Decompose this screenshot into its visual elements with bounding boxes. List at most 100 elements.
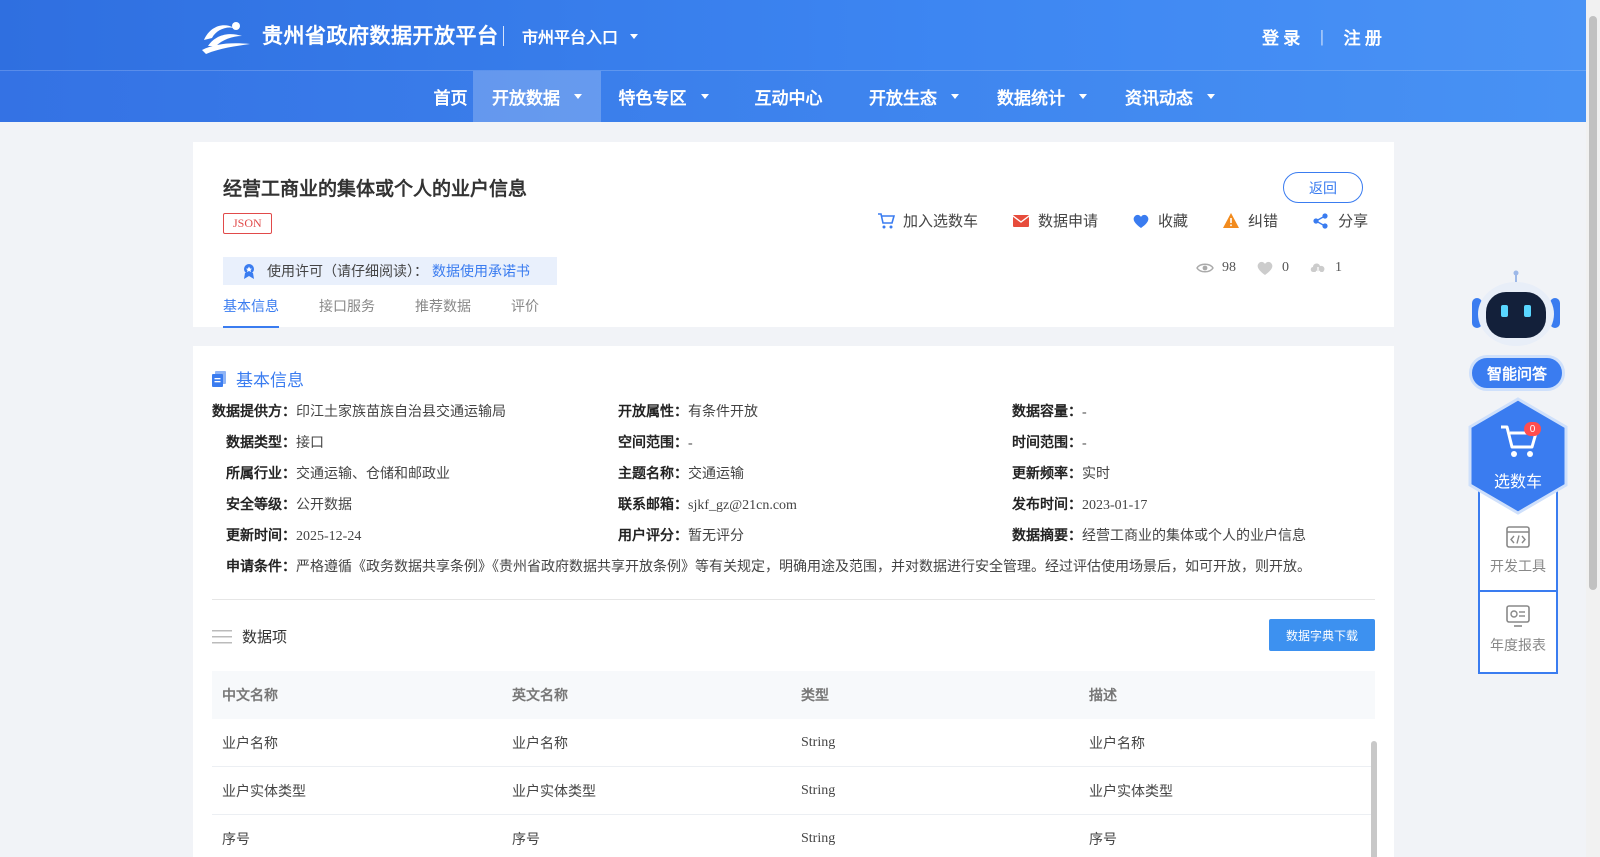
likes-count: 0 — [1282, 260, 1289, 275]
format-badge: JSON — [223, 213, 272, 234]
data-items-table: 中文名称 英文名称 类型 描述 业户名称 业户名称 String 业户名称 业户… — [212, 671, 1375, 857]
top-header: 贵州省政府数据开放平台 市州平台入口 登 录 | 注 册 — [0, 0, 1586, 70]
field-label: 用户评分： — [618, 529, 688, 544]
field-label: 数据提供方： — [212, 405, 296, 420]
license-label: 使用许可（请仔细阅读）： — [267, 265, 428, 280]
city-platform-dropdown[interactable]: 市州平台入口 — [522, 24, 639, 48]
column-header: 中文名称 — [222, 689, 278, 704]
share-button[interactable]: 分享 — [1312, 210, 1368, 231]
table-cell: 业户实体类型 — [512, 784, 596, 800]
license-link[interactable]: 数据使用承诺书 — [432, 261, 530, 281]
column-header: 英文名称 — [512, 689, 568, 704]
add-to-cart-button[interactable]: 加入选数车 — [877, 210, 978, 231]
field-industry: 所属行业：交通运输、仓储和邮政业 — [226, 463, 450, 483]
table-cell: String — [801, 830, 836, 846]
site-title[interactable]: 贵州省政府数据开放平台 — [262, 20, 499, 50]
page-scrollbar-thumb[interactable] — [1589, 16, 1597, 590]
section-divider — [212, 599, 1375, 600]
field-label: 安全等级： — [226, 498, 296, 513]
field-value: 经营工商业的集体或个人的业户信息 — [1082, 529, 1306, 544]
tab-basic-info[interactable]: 基本信息 — [223, 294, 279, 328]
title-divider — [503, 26, 504, 46]
field-label: 更新时间： — [226, 529, 296, 544]
back-button[interactable]: 返回 — [1283, 172, 1363, 203]
tab-api-service[interactable]: 接口服务 — [319, 294, 375, 328]
nav-item-news[interactable]: 资讯动态 — [1114, 71, 1226, 122]
table-row: 序号 序号 String 序号 — [212, 815, 1375, 857]
nav-item-interaction[interactable]: 互动中心 — [736, 71, 841, 122]
field-rating: 用户评分：暂无评分 — [618, 525, 744, 545]
field-time-range: 时间范围：- — [1012, 432, 1087, 452]
field-label: 联系邮箱： — [618, 498, 688, 513]
field-value: 交通运输、仓储和邮政业 — [296, 467, 450, 482]
table-cell: String — [801, 782, 836, 798]
chevron-down-icon — [700, 94, 709, 99]
selection-cart-button[interactable] — [1467, 397, 1569, 515]
field-space-range: 空间范围：- — [618, 432, 693, 452]
table-scrollbar[interactable] — [1371, 741, 1377, 857]
field-value: sjkf_gz@21cn.com — [688, 498, 797, 513]
downloads-stat: 1 — [1309, 260, 1342, 276]
table-cell: 业户名称 — [222, 736, 278, 752]
favorite-button[interactable]: 收藏 — [1132, 210, 1188, 231]
field-label: 开放属性： — [618, 405, 688, 420]
chevron-down-icon — [1207, 94, 1215, 99]
report-icon — [1506, 605, 1530, 627]
field-email: 联系邮箱：sjkf_gz@21cn.com — [618, 494, 797, 514]
field-label: 申请条件： — [226, 560, 296, 575]
field-open-attr: 开放属性：有条件开放 — [618, 401, 758, 421]
field-capacity: 数据容量：- — [1012, 401, 1087, 421]
chevron-down-icon — [630, 33, 639, 39]
action-label: 数据申请 — [1038, 214, 1099, 230]
downloads-count: 1 — [1335, 260, 1342, 275]
data-items-title-text: 数据项 — [242, 630, 288, 646]
field-label: 时间范围： — [1012, 436, 1082, 451]
register-link[interactable]: 注 册 — [1344, 24, 1382, 49]
data-items-title: 数据项 — [212, 626, 287, 647]
table-cell: 业户实体类型 — [1089, 784, 1173, 800]
field-label: 数据类型： — [226, 436, 296, 451]
nav-item-open-data[interactable]: 开放数据 — [473, 71, 601, 122]
field-update-freq: 更新频率：实时 — [1012, 463, 1110, 483]
heart-outline-icon — [1257, 261, 1273, 275]
award-icon — [244, 264, 254, 279]
field-value: 暂无评分 — [688, 529, 744, 544]
nav-item-statistics[interactable]: 数据统计 — [986, 71, 1098, 122]
smart-qa-button[interactable]: 智能问答 — [1469, 355, 1565, 391]
login-link[interactable]: 登 录 — [1262, 24, 1300, 49]
report-error-button[interactable]: 纠错 — [1222, 210, 1278, 231]
table-row: 业户实体类型 业户实体类型 String 业户实体类型 — [212, 767, 1375, 815]
field-value: 严格遵循《政务数据共享条例》《贵州省政府数据共享开放条例》等有关规定，明确用途及… — [296, 560, 1311, 575]
field-value: 交通运输 — [688, 467, 744, 482]
eye-icon — [1196, 263, 1214, 273]
field-label: 数据摘要： — [1012, 529, 1082, 544]
nav-item-featured[interactable]: 特色专区 — [601, 71, 726, 122]
nav-item-ecosystem[interactable]: 开放生态 — [858, 71, 970, 122]
field-provider: 数据提供方：印江土家族苗族自治县交通运输局 — [212, 401, 506, 421]
tab-rating[interactable]: 评价 — [511, 294, 539, 328]
dataset-actions: 加入选数车 数据申请 收藏 纠错 分享 — [877, 210, 1368, 231]
detail-tabs: 基本信息 接口服务 推荐数据 评价 — [223, 294, 579, 328]
main-nav: 首页 开放数据 特色专区 互动中心 开放生态 数据统计 资讯动态 — [0, 70, 1586, 122]
action-label: 分享 — [1338, 214, 1369, 230]
list-icon — [212, 629, 232, 643]
data-apply-button[interactable]: 数据申请 — [1012, 210, 1098, 231]
field-conditions: 申请条件：严格遵循《政务数据共享条例》《贵州省政府数据共享开放条例》等有关规定，… — [226, 556, 1311, 576]
basic-info-card: 基本信息 数据提供方：印江土家族苗族自治县交通运输局 开放属性：有条件开放 数据… — [193, 346, 1394, 857]
table-cell: 业户名称 — [1089, 736, 1145, 752]
field-data-type: 数据类型：接口 — [226, 432, 324, 452]
dev-tools-button[interactable]: 开发工具 — [1480, 526, 1556, 576]
field-label: 更新频率： — [1012, 467, 1082, 482]
field-value: - — [688, 436, 693, 451]
chevron-down-icon — [1079, 94, 1087, 99]
tab-recommended[interactable]: 推荐数据 — [415, 294, 471, 328]
chevron-down-icon — [951, 94, 959, 99]
annual-report-button[interactable]: 年度报表 — [1480, 605, 1556, 655]
robot-assistant-icon[interactable] — [1470, 270, 1562, 350]
table-cell: 序号 — [512, 832, 540, 848]
auth-separator: | — [1320, 26, 1324, 46]
dictionary-download-button[interactable]: 数据字典下载 — [1269, 619, 1375, 651]
field-security: 安全等级：公开数据 — [226, 494, 352, 514]
table-cell: 序号 — [1089, 832, 1117, 848]
document-icon — [212, 370, 226, 387]
